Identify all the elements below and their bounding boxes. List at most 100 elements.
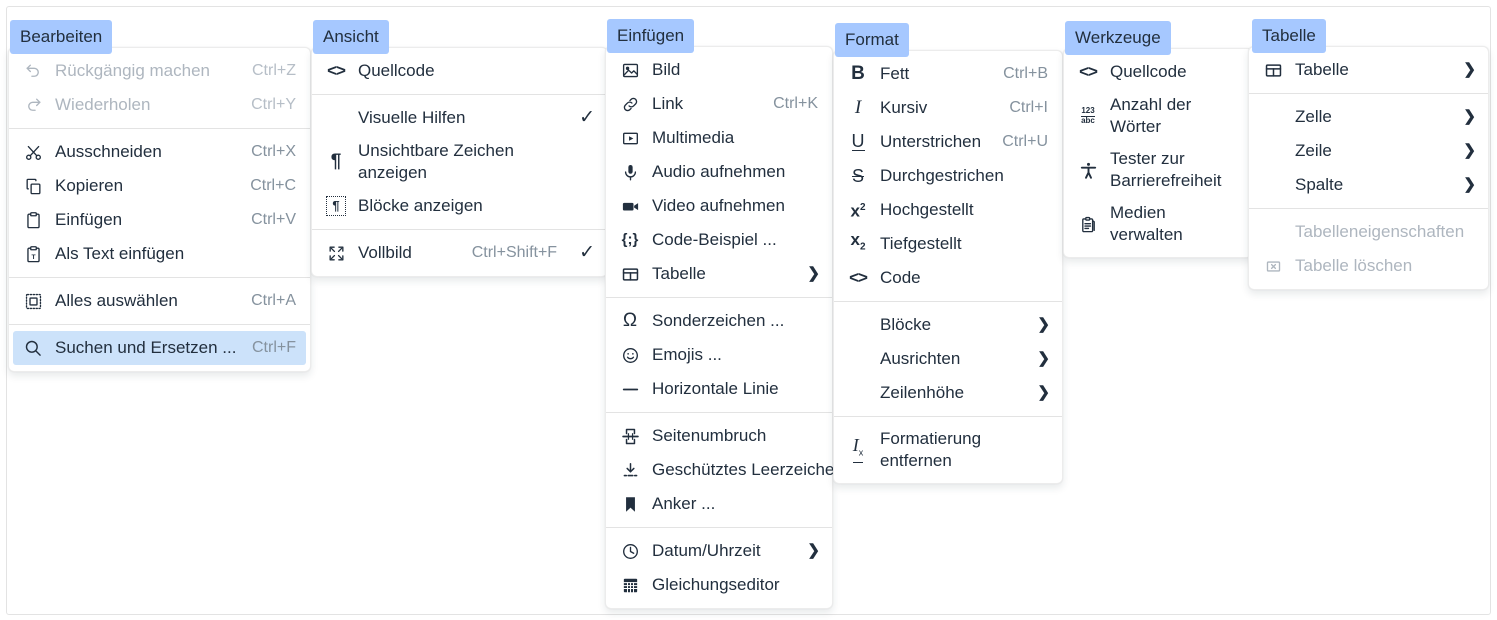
menu-tab-table[interactable]: Tabelle [1252, 19, 1326, 53]
menu-item-format-5[interactable]: x2 Tiefgestellt [838, 227, 1058, 261]
delete-table-icon [1261, 254, 1285, 278]
menu-item-label: Formatierung entfernen [880, 429, 982, 470]
link-icon [618, 92, 642, 116]
media-manage-icon [1076, 212, 1100, 236]
menu-item-table-4[interactable]: Spalte ❯ [1253, 168, 1484, 202]
icon-placeholder [324, 106, 348, 130]
menu-tab-view[interactable]: Ansicht [313, 20, 389, 54]
menu-item-label: Tabelle [652, 264, 706, 283]
menu-tab-format[interactable]: Format [835, 23, 909, 57]
menu-item-format-6[interactable]: <> Code [838, 261, 1058, 295]
menu-tab-insert[interactable]: Einfügen [607, 19, 695, 53]
table-icon [618, 262, 642, 286]
menu-item-format-1[interactable]: I Kursiv Ctrl+I [838, 91, 1058, 125]
menu-item-format-10[interactable]: Zeilenhöhe ❯ [838, 376, 1058, 410]
menu-item-insert-2[interactable]: Multimedia [610, 121, 828, 155]
menu-item-label: Unterstrichen [880, 132, 982, 151]
menu-item-label: Suchen und Ersetzen ... [55, 338, 237, 357]
menu-item-insert-4[interactable]: Video aufnehmen [610, 189, 828, 223]
menu-item-shortcut: Ctrl+U [1002, 133, 1048, 150]
image-icon [618, 58, 642, 82]
menu-item-insert-5[interactable]: {;} Code-Beispiel ... [610, 223, 828, 257]
menu-item-format-0[interactable]: B Fett Ctrl+B [838, 57, 1058, 91]
menu-item-tools-3[interactable]: Medien verwalten [1068, 197, 1248, 251]
menu-item-insert-6[interactable]: Tabelle ❯ [610, 257, 828, 291]
menu-item-label: Tester zur Barrierefreiheit [1110, 149, 1222, 190]
menu-item-label: Ausschneiden [55, 142, 162, 161]
scissors-icon [21, 140, 45, 164]
menu-item-edit-4[interactable]: Kopieren Ctrl+C [13, 169, 306, 203]
menu-item-insert-8[interactable]: Ω Sonderzeichen ... [610, 304, 828, 338]
multimedia-icon [618, 126, 642, 150]
menu-item-tools-0[interactable]: <> Quellcode [1068, 55, 1248, 89]
menu-item-table-0[interactable]: Tabelle ❯ [1253, 53, 1484, 87]
angle-brackets-glyph: <> [849, 268, 868, 287]
menu-item-insert-3[interactable]: Audio aufnehmen [610, 155, 828, 189]
chevron-right-icon: ❯ [1463, 142, 1476, 159]
video-camera-icon [618, 194, 642, 218]
menu-item-label: Horizontale Linie [652, 379, 779, 398]
code-icon: <> [846, 266, 870, 290]
menu-item-label: Tabelleneigenschaften [1295, 222, 1465, 241]
menu-item-table-2[interactable]: Zelle ❯ [1253, 100, 1484, 134]
menu-item-tools-2[interactable]: Tester zur Barrierefreiheit [1068, 143, 1248, 197]
omega-icon: Ω [622, 310, 638, 331]
menu-separator [9, 128, 310, 129]
show-blocks-icon: ¶ [324, 194, 348, 218]
menu-item-label: Alles auswählen [55, 291, 178, 310]
menu-item-label: Video aufnehmen [652, 196, 785, 215]
menu-item-view-6[interactable]: Vollbild Ctrl+Shift+F ✓ [316, 236, 603, 270]
menu-item-insert-14[interactable]: Anker ... [610, 487, 828, 521]
menu-item-insert-1[interactable]: Link Ctrl+K [610, 87, 828, 121]
menu-item-insert-17[interactable]: Gleichungseditor [610, 568, 828, 602]
chevron-right-icon: ❯ [1463, 61, 1476, 78]
menu-item-label: Sonderzeichen ... [652, 311, 785, 330]
menu-item-insert-10[interactable]: Horizontale Linie [610, 372, 828, 406]
menu-item-tools-1[interactable]: 123 abc Anzahl der Wörter [1068, 89, 1248, 143]
chevron-right-icon: ❯ [807, 265, 820, 282]
menu-item-label: Einfügen [55, 210, 123, 229]
menu-item-format-9[interactable]: Ausrichten ❯ [838, 342, 1058, 376]
menu-item-label: Code-Beispiel ... [652, 230, 777, 249]
chevron-right-icon: ❯ [1037, 350, 1050, 367]
menu-tab-edit[interactable]: Bearbeiten [10, 20, 113, 54]
menu-separator [9, 277, 310, 278]
menu-panel-insert: Bild Link Ctrl+K Multimedia Audio aufnehmen V… [605, 46, 844, 609]
menu-item-edit-5[interactable]: Einfügen Ctrl+V [13, 203, 306, 237]
menu-item-edit-8[interactable]: Alles auswählen Ctrl+A [13, 284, 306, 318]
menu-item-insert-9[interactable]: Emojis ... [610, 338, 828, 372]
menu-tab-tools[interactable]: Werkzeuge [1065, 21, 1171, 55]
icon-placeholder [846, 381, 870, 405]
menu-item-edit-3[interactable]: Ausschneiden Ctrl+X [13, 135, 306, 169]
menu-item-format-3[interactable]: S Durchgestrichen [838, 159, 1058, 193]
menu-item-view-3[interactable]: ¶ Unsichtbare Zeichen anzeigen [316, 135, 603, 189]
menu-item-label: Gleichungseditor [652, 575, 780, 594]
menu-item-shortcut: Ctrl+Shift+F [471, 244, 558, 261]
equation-icon [618, 573, 642, 597]
menu-item-format-2[interactable]: U Unterstrichen Ctrl+U [838, 125, 1058, 159]
clear-format-icon: Ix [846, 436, 870, 463]
menu-item-insert-0[interactable]: Bild [610, 53, 828, 87]
menu-item-shortcut: Ctrl+F [252, 339, 296, 356]
redo-icon [21, 93, 45, 117]
screenshot-root: Bearbeiten Rückgängig machen Ctrl+Z Wiederh… [0, 0, 1497, 620]
menu-item-insert-12[interactable]: Seitenumbruch [610, 419, 828, 453]
menu-item-insert-16[interactable]: Datum/Uhrzeit ❯ [610, 534, 828, 568]
menu-item-label: Datum/Uhrzeit [652, 541, 761, 560]
menu-item-label: Vollbild [358, 243, 412, 262]
menu-item-edit-10[interactable]: Suchen und Ersetzen ... Ctrl+F [13, 331, 306, 365]
menu-item-format-4[interactable]: x2 Hochgestellt [838, 193, 1058, 227]
menu-item-view-2[interactable]: Visuelle Hilfen ✓ [316, 101, 603, 135]
menu-item-edit-6[interactable]: T Als Text einfügen [13, 237, 306, 271]
menu-item-shortcut: Ctrl+C [250, 177, 296, 194]
menu-item-view-4[interactable]: ¶ Blöcke anzeigen [316, 189, 603, 223]
menu-panel-view: <> Quellcode Visuelle Hilfen ✓ ¶ Unsichtbare … [311, 47, 608, 277]
paste-text-icon: T [21, 242, 45, 266]
menu-item-insert-13[interactable]: Geschütztes Leerzeichen [610, 453, 844, 487]
menu-item-view-0[interactable]: <> Quellcode [316, 54, 603, 88]
menu-item-label: Zeilenhöhe [880, 383, 965, 402]
menu-item-table-3[interactable]: Zeile ❯ [1253, 134, 1484, 168]
menu-item-format-8[interactable]: Blöcke ❯ [838, 308, 1058, 342]
superscript-icon: x2 [850, 201, 866, 221]
menu-item-format-12[interactable]: Ix Formatierung entfernen [838, 423, 1058, 477]
